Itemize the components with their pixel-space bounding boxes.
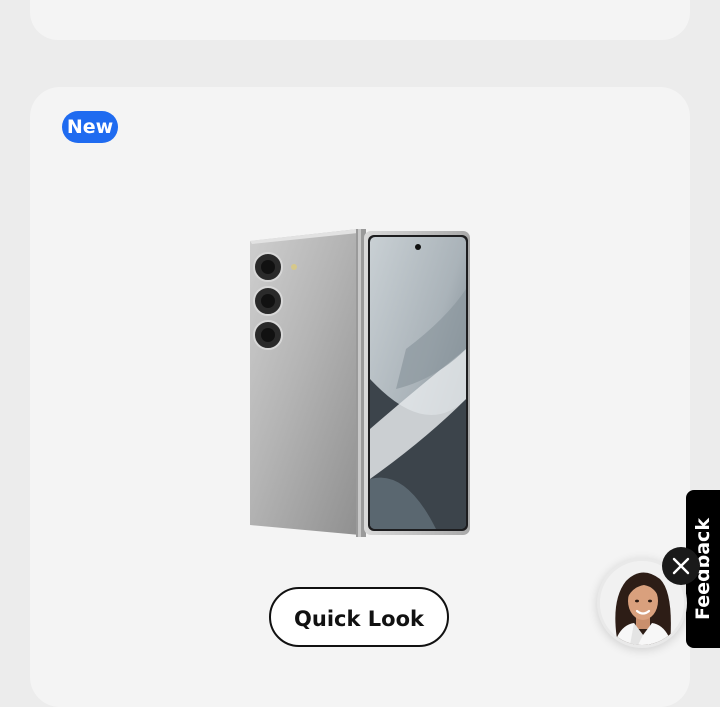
product-card[interactable]: New Quick Look xyxy=(30,87,690,707)
new-badge: New xyxy=(62,111,118,143)
product-image[interactable] xyxy=(246,229,472,544)
close-icon[interactable] xyxy=(662,547,700,585)
quick-look-button[interactable]: Quick Look xyxy=(269,587,449,647)
previous-product-card xyxy=(30,0,690,40)
